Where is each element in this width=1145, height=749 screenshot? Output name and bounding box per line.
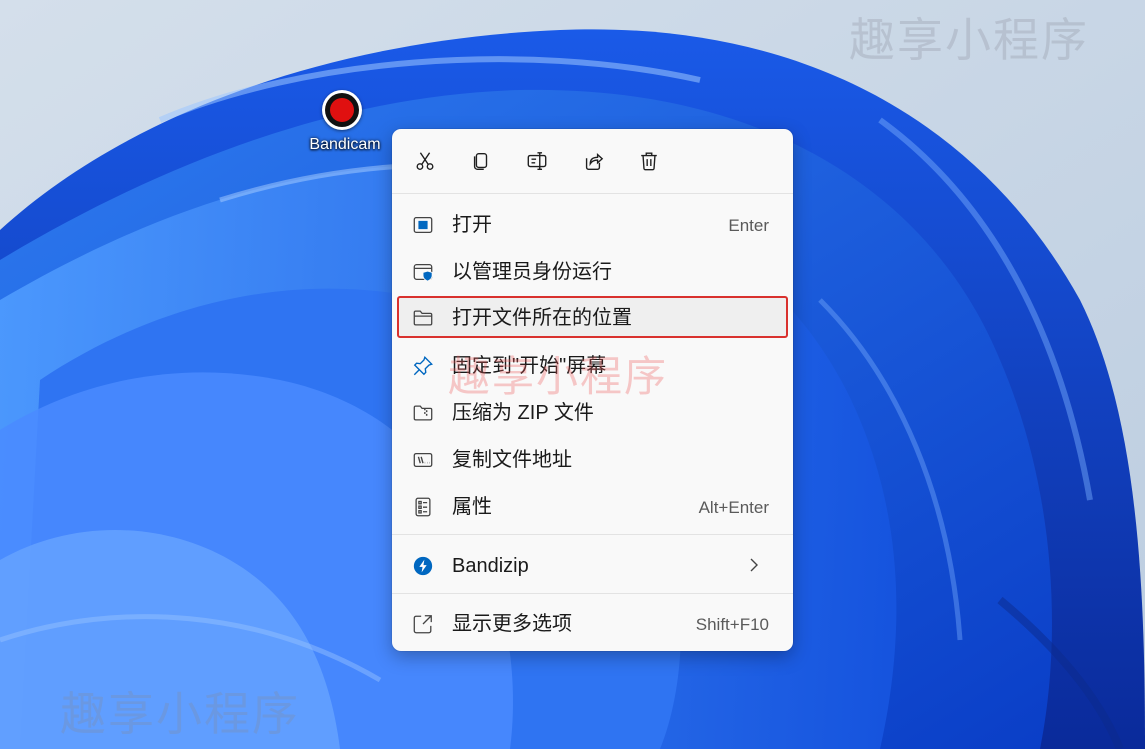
bandicam-record-icon [322,90,362,130]
properties-icon [415,497,431,517]
menu-separator [392,593,793,594]
menu-item-open-file-location[interactable]: 打开文件所在的位置 [397,296,788,338]
menu-item-compress-zip[interactable]: 压缩为 ZIP 文件 [398,392,787,432]
zip-folder-icon [413,405,433,421]
menu-item-label: 压缩为 ZIP 文件 [452,402,594,424]
rename-icon [527,152,547,170]
menu-item-label: 打开 [452,214,492,236]
chevron-right-icon [750,558,758,572]
share-button[interactable] [577,145,609,177]
menu-item-label: 固定到"开始"屏幕 [452,355,607,377]
menu-item-label: 打开文件所在的位置 [452,307,632,329]
menu-item-copy-path[interactable]: 复制文件地址 [398,439,787,479]
copy-button[interactable] [465,145,497,177]
share-icon [585,153,604,170]
trash-icon [641,152,657,171]
menu-item-label: Bandizip [452,555,529,577]
copy-path-icon [413,452,433,468]
context-menu-toolbar [392,129,793,193]
copy-icon [473,152,488,170]
menu-item-pin-to-start[interactable]: 固定到"开始"屏幕 [398,345,787,385]
context-menu: 打开 Enter 以管理员身份运行 打开文件所在的位置 固定到"开始"屏幕 压缩… [392,129,793,651]
menu-item-label: 复制文件地址 [452,449,572,471]
shortcut-text: Enter [728,216,769,235]
menu-separator [392,534,793,535]
rename-button[interactable] [521,145,553,177]
scissors-icon [416,152,434,170]
desktop-icon-bandicam[interactable]: Bandicam [300,88,390,160]
menu-item-run-as-admin[interactable]: 以管理员身份运行 [398,251,787,291]
delete-button[interactable] [633,145,665,177]
shortcut-text: Shift+F10 [695,615,769,634]
menu-item-label: 显示更多选项 [452,613,572,635]
more-options-icon [413,615,432,634]
bandizip-icon [413,556,433,576]
shortcut-text: Alt+Enter [698,498,769,517]
menu-item-bandizip-submenu[interactable]: Bandizip [398,545,787,585]
desktop-icon-label: Bandicam [309,136,381,153]
cut-button[interactable] [409,145,441,177]
open-window-icon [413,217,433,233]
admin-shield-icon [413,264,433,282]
folder-icon [413,310,433,326]
menu-item-label: 以管理员身份运行 [452,261,612,283]
menu-separator [392,193,793,194]
menu-item-show-more-options[interactable]: 显示更多选项 Shift+F10 [398,603,787,643]
menu-item-properties[interactable]: 属性 Alt+Enter [398,486,787,526]
pin-icon [413,356,433,376]
menu-item-label: 属性 [452,496,492,518]
menu-item-open[interactable]: 打开 Enter [398,204,787,244]
